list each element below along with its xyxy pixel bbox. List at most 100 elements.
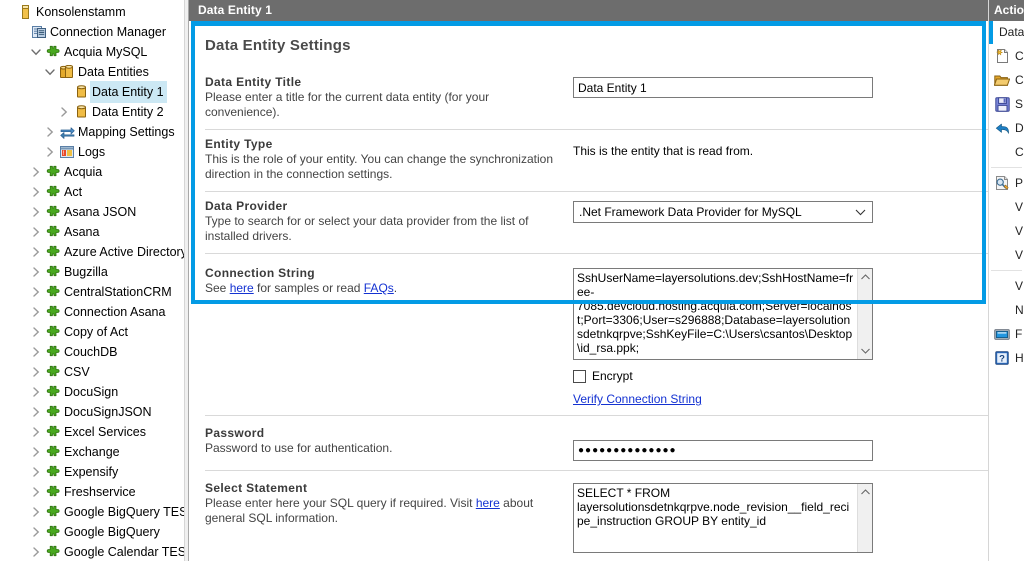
connection-string-textarea-wrap[interactable] <box>573 268 873 360</box>
tree-item-google-calendar-test[interactable]: Google Calendar TEST <box>0 542 184 561</box>
tree-item-data-entity-2[interactable]: Data Entity 2 <box>0 102 184 122</box>
none-icon <box>993 222 1011 240</box>
action-item[interactable]: ?H <box>989 346 1024 370</box>
tree-item-freshservice[interactable]: Freshservice <box>0 482 184 502</box>
tree-item-excel-services[interactable]: Excel Services <box>0 422 184 442</box>
tree-item-docusign[interactable]: DocuSign <box>0 382 184 402</box>
chevron-right-icon[interactable] <box>28 482 44 502</box>
chevron-down-icon[interactable] <box>28 42 44 62</box>
chevron-right-icon[interactable] <box>28 242 44 262</box>
chevron-right-icon[interactable] <box>56 102 72 122</box>
tree-item-logs[interactable]: !Logs <box>0 142 184 162</box>
chevron-right-icon[interactable] <box>28 342 44 362</box>
chevron-right-icon[interactable] <box>28 382 44 402</box>
chevron-right-icon[interactable] <box>28 162 44 182</box>
connection-string-textarea[interactable] <box>574 269 857 359</box>
scroll-down-icon[interactable] <box>858 344 872 358</box>
application-window: KonsolenstammConnection ManagerAcquia My… <box>0 0 1024 561</box>
chevron-right-icon[interactable] <box>28 202 44 222</box>
tree-item-azure-active-directory[interactable]: Azure Active Directory <box>0 242 184 262</box>
tree-item-data-entities[interactable]: Data Entities <box>0 62 184 82</box>
new-document-icon <box>993 47 1011 65</box>
chevron-right-icon[interactable] <box>28 442 44 462</box>
tree-item-couchdb[interactable]: CouchDB <box>0 342 184 362</box>
chevron-down-icon[interactable] <box>855 202 866 222</box>
select-statement-textarea[interactable] <box>574 484 857 552</box>
tree-item-docusignjson[interactable]: DocuSignJSON <box>0 402 184 422</box>
tree-item-data-entity-1[interactable]: Data Entity 1 <box>0 82 184 102</box>
chevron-right-icon[interactable] <box>28 502 44 522</box>
action-item[interactable]: C <box>989 68 1024 92</box>
connection-string-scrollbar[interactable] <box>857 269 872 359</box>
scroll-up-icon[interactable] <box>858 485 872 499</box>
plug-icon <box>44 262 62 282</box>
chevron-right-icon[interactable] <box>42 142 58 162</box>
scroll-up-icon[interactable] <box>858 270 872 284</box>
action-item[interactable]: C <box>989 44 1024 68</box>
action-item[interactable]: V <box>989 243 1024 267</box>
tree-item-copy-of-act[interactable]: Copy of Act <box>0 322 184 342</box>
actions-list[interactable]: CCSDCPVVVVNF?H <box>989 44 1024 370</box>
select-statement-scrollbar[interactable] <box>857 484 872 552</box>
action-item-label: C <box>1015 49 1024 63</box>
plug-icon <box>44 522 62 542</box>
plug-icon <box>44 402 62 422</box>
chevron-right-icon[interactable] <box>28 422 44 442</box>
chevron-right-icon[interactable] <box>28 302 44 322</box>
tree-item-connection-manager[interactable]: Connection Manager <box>0 22 184 42</box>
tree-item-bugzilla[interactable]: Bugzilla <box>0 262 184 282</box>
tree-item-expensify[interactable]: Expensify <box>0 462 184 482</box>
tree-item-asana-json[interactable]: Asana JSON <box>0 202 184 222</box>
tree-item-act[interactable]: Act <box>0 182 184 202</box>
tree-item-konsolenstamm[interactable]: Konsolenstamm <box>0 2 184 22</box>
action-item[interactable]: P <box>989 171 1024 195</box>
action-item-label: V <box>1015 279 1023 293</box>
connection-tree-panel[interactable]: KonsolenstammConnection ManagerAcquia My… <box>0 0 184 561</box>
chevron-right-icon[interactable] <box>28 182 44 202</box>
tree-item-mapping-settings[interactable]: Mapping Settings <box>0 122 184 142</box>
action-item[interactable]: C <box>989 140 1024 164</box>
chevron-right-icon[interactable] <box>28 262 44 282</box>
select-statement-here-link[interactable]: here <box>476 496 500 510</box>
chevron-right-icon[interactable] <box>28 362 44 382</box>
action-item[interactable]: S <box>989 92 1024 116</box>
action-item[interactable]: F <box>989 322 1024 346</box>
chevron-right-icon[interactable] <box>28 462 44 482</box>
tree-item-label: Acquia MySQL <box>62 41 150 63</box>
action-item[interactable]: D <box>989 116 1024 140</box>
tree-item-acquia[interactable]: Acquia <box>0 162 184 182</box>
tree-item-google-bigquery[interactable]: Google BigQuery <box>0 522 184 542</box>
chevron-right-icon[interactable] <box>28 542 44 561</box>
action-item[interactable]: V <box>989 195 1024 219</box>
tree-item-centralstationcrm[interactable]: CentralStationCRM <box>0 282 184 302</box>
plug-icon <box>44 322 62 342</box>
chevron-right-icon[interactable] <box>28 282 44 302</box>
password-input[interactable] <box>573 440 873 461</box>
tree-item-csv[interactable]: CSV <box>0 362 184 382</box>
encrypt-checkbox-row[interactable]: Encrypt <box>573 369 988 383</box>
chevron-right-icon[interactable] <box>28 402 44 422</box>
tree-item-asana[interactable]: Asana <box>0 222 184 242</box>
chevron-down-icon[interactable] <box>42 62 58 82</box>
action-item[interactable]: V <box>989 219 1024 243</box>
chevron-right-icon[interactable] <box>28 322 44 342</box>
data-provider-combobox[interactable]: .Net Framework Data Provider for MySQL <box>573 201 873 223</box>
action-item[interactable]: N <box>989 298 1024 322</box>
select-statement-textarea-wrap[interactable] <box>573 483 873 553</box>
tree-item-acquia-mysql[interactable]: Acquia MySQL <box>0 42 184 62</box>
connection-string-faqs-link[interactable]: FAQs <box>364 281 394 295</box>
connection-tree-list[interactable]: KonsolenstammConnection ManagerAcquia My… <box>0 0 184 561</box>
tree-item-google-bigquery-test[interactable]: Google BigQuery TEST <box>0 502 184 522</box>
setting-row-data-entity-title: Data Entity Title Please enter a title f… <box>205 68 988 129</box>
chevron-right-icon[interactable] <box>28 522 44 542</box>
chevron-right-icon[interactable] <box>28 222 44 242</box>
data-entity-title-input[interactable] <box>573 77 873 98</box>
action-item[interactable]: V <box>989 274 1024 298</box>
tree-item-exchange[interactable]: Exchange <box>0 442 184 462</box>
tree-item-connection-asana[interactable]: Connection Asana <box>0 302 184 322</box>
encrypt-checkbox[interactable] <box>573 370 586 383</box>
connection-string-here-link[interactable]: here <box>230 281 254 295</box>
verify-connection-string-link[interactable]: Verify Connection String <box>573 392 702 406</box>
chevron-right-icon[interactable] <box>42 122 58 142</box>
plug-icon <box>44 502 62 522</box>
